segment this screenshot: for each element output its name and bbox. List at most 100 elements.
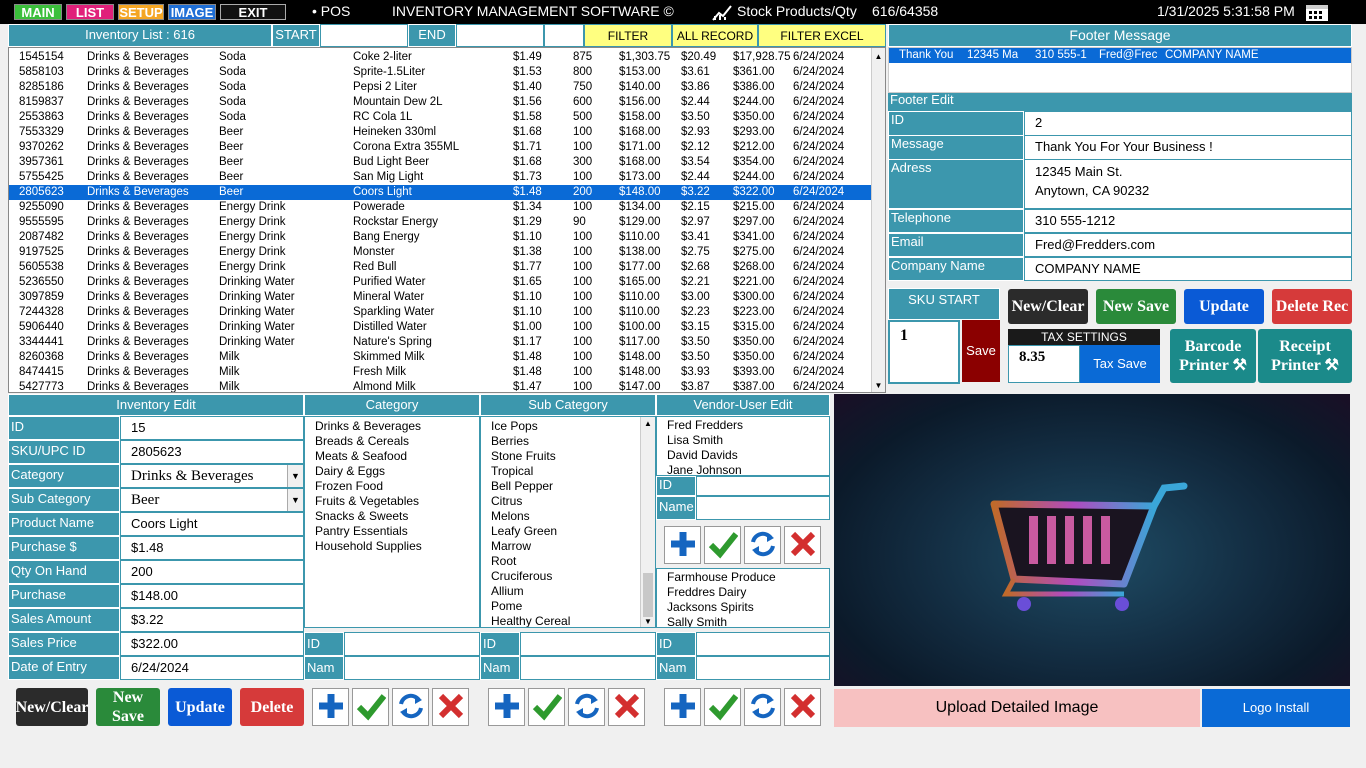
confirm-button[interactable] bbox=[352, 688, 389, 726]
subcategory-item[interactable]: Ice Pops bbox=[481, 419, 655, 434]
table-row[interactable]: 8285186 Drinks & Beverages Soda Pepsi 2 Lit… bbox=[9, 80, 871, 95]
add-button[interactable] bbox=[488, 688, 525, 726]
footer-new-save-button[interactable]: New Save bbox=[1096, 289, 1176, 324]
end-input[interactable] bbox=[456, 24, 544, 47]
user-id-field[interactable] bbox=[696, 476, 830, 496]
list-scrollbar[interactable]: ▲ ▼ bbox=[871, 48, 885, 392]
subcategory-item[interactable]: Leafy Green bbox=[481, 524, 655, 539]
add-button[interactable] bbox=[312, 688, 349, 726]
table-row[interactable]: 7553329 Drinks & Beverages Beer Heineken 33… bbox=[9, 125, 871, 140]
footer-id-field[interactable]: 2 bbox=[1024, 111, 1352, 136]
table-row[interactable]: 8474415 Drinks & Beverages Milk Fresh Milk $… bbox=[9, 365, 871, 380]
delete-button[interactable] bbox=[432, 688, 469, 726]
category-item[interactable]: Pantry Essentials bbox=[305, 524, 479, 539]
subcategory-item[interactable]: Berries bbox=[481, 434, 655, 449]
pos-link[interactable]: • POS bbox=[312, 3, 350, 19]
subcategory-item[interactable]: Allium bbox=[481, 584, 655, 599]
filter-button[interactable]: FILTER bbox=[584, 24, 672, 47]
scroll-down-icon[interactable]: ▼ bbox=[872, 381, 885, 390]
table-row[interactable]: 5605538 Drinks & Beverages Energy Drink Red… bbox=[9, 260, 871, 275]
user-item[interactable]: Lisa Smith bbox=[657, 433, 829, 448]
footer-new-clear-button[interactable]: New/Clear bbox=[1008, 289, 1088, 324]
category-item[interactable]: Fruits & Vegetables bbox=[305, 494, 479, 509]
list-nav-button[interactable]: LIST bbox=[66, 4, 114, 20]
category-item[interactable]: Breads & Cereals bbox=[305, 434, 479, 449]
subcategory-select[interactable]: Beer ▼ bbox=[120, 488, 304, 512]
refresh-button[interactable] bbox=[392, 688, 429, 726]
setup-nav-button[interactable]: SETUP bbox=[118, 4, 164, 20]
vendor-id-field[interactable] bbox=[696, 632, 830, 656]
sku-field[interactable]: 2805623 bbox=[120, 440, 304, 464]
user-item[interactable]: Fred Fredders bbox=[657, 418, 829, 433]
user-list[interactable]: Fred Fredders Lisa Smith David Davids Jane … bbox=[656, 416, 830, 476]
vendor-item[interactable]: Freddres Dairy bbox=[657, 585, 829, 600]
subcategory-item[interactable]: Stone Fruits bbox=[481, 449, 655, 464]
subcategory-scrollbar[interactable]: ▲ ▼ bbox=[640, 417, 655, 627]
inventory-list[interactable]: 1545154 Drinks & Beverages Soda Coke 2-lite… bbox=[8, 47, 886, 393]
scroll-up-icon[interactable]: ▲ bbox=[872, 52, 885, 61]
footer-email-field[interactable]: Fred@Fredders.com bbox=[1024, 233, 1352, 257]
calendar-icon[interactable] bbox=[1305, 2, 1329, 22]
table-row[interactable]: 9370262 Drinks & Beverages Beer Corona Extr… bbox=[9, 140, 871, 155]
table-row[interactable]: 1545154 Drinks & Beverages Soda Coke 2-lite… bbox=[9, 50, 871, 65]
vendor-item[interactable]: Sally Smith bbox=[657, 615, 829, 627]
chevron-down-icon[interactable]: ▼ bbox=[287, 465, 303, 487]
subcategory-name-field[interactable] bbox=[520, 656, 656, 680]
filter-input[interactable] bbox=[544, 24, 584, 47]
barcode-printer-button[interactable]: Barcode Printer ⚒ bbox=[1170, 329, 1256, 383]
add-button[interactable] bbox=[664, 688, 701, 726]
vendor-item[interactable]: Farmhouse Produce bbox=[657, 570, 829, 585]
subcategory-item[interactable]: Bell Pepper bbox=[481, 479, 655, 494]
table-row[interactable]: 9197525 Drinks & Beverages Energy Drink Mon… bbox=[9, 245, 871, 260]
subcategory-item[interactable]: Melons bbox=[481, 509, 655, 524]
qty-on-hand-field[interactable]: 200 bbox=[120, 560, 304, 584]
footer-delete-button[interactable]: Delete Rec bbox=[1272, 289, 1352, 324]
subcategory-list[interactable]: Ice Pops Berries Stone Fruits Tropical Bell … bbox=[480, 416, 656, 628]
add-button[interactable] bbox=[664, 526, 701, 564]
subcategory-item[interactable]: Root bbox=[481, 554, 655, 569]
category-id-field[interactable] bbox=[344, 632, 480, 656]
main-nav-button[interactable]: MAIN bbox=[14, 4, 62, 20]
confirm-button[interactable] bbox=[704, 526, 741, 564]
filter-excel-export-button[interactable]: FILTER EXCEL EXPORT bbox=[758, 24, 886, 66]
table-row[interactable]: 8159837 Drinks & Beverages Soda Mountain De… bbox=[9, 95, 871, 110]
image-nav-button[interactable]: IMAGE bbox=[168, 4, 216, 20]
all-record-button[interactable]: ALL RECORD bbox=[672, 24, 758, 47]
purchase-price-field[interactable]: $1.48 bbox=[120, 536, 304, 560]
refresh-button[interactable] bbox=[744, 688, 781, 726]
table-row[interactable]: 2553863 Drinks & Beverages Soda RC Cola 1L $… bbox=[9, 110, 871, 125]
category-item[interactable]: Drinks & Beverages bbox=[305, 419, 479, 434]
table-row[interactable]: 3344441 Drinks & Beverages Drinking Water N… bbox=[9, 335, 871, 350]
footer-address-field[interactable]: 12345 Main St. Anytown, CA 90232 bbox=[1024, 159, 1352, 209]
subcategory-item[interactable]: Pome bbox=[481, 599, 655, 614]
footer-telephone-field[interactable]: 310 555-1212 bbox=[1024, 209, 1352, 233]
table-row[interactable]: 5236550 Drinks & Beverages Drinking Water P… bbox=[9, 275, 871, 290]
table-row[interactable]: 2087482 Drinks & Beverages Energy Drink Ban… bbox=[9, 230, 871, 245]
subcategory-item[interactable]: Cruciferous bbox=[481, 569, 655, 584]
footer-message-row[interactable]: Thank You 12345 Ma 310 555-1 Fred@Frec C… bbox=[889, 48, 1351, 63]
table-row[interactable]: 5427773 Drinks & Beverages Milk Almond Milk… bbox=[9, 380, 871, 392]
refresh-button[interactable] bbox=[744, 526, 781, 564]
category-item[interactable]: Meats & Seafood bbox=[305, 449, 479, 464]
footer-message-field[interactable]: Thank You For Your Business ! bbox=[1024, 135, 1352, 160]
footer-update-button[interactable]: Update bbox=[1184, 289, 1264, 324]
footer-message-list[interactable]: Thank You 12345 Ma 310 555-1 Fred@Frec C… bbox=[888, 47, 1352, 93]
sku-save-button[interactable]: Save bbox=[962, 320, 1000, 382]
footer-company-field[interactable]: COMPANY NAME bbox=[1024, 257, 1352, 281]
table-row[interactable]: 5755425 Drinks & Beverages Beer San Mig Lig… bbox=[9, 170, 871, 185]
id-field[interactable]: 15 bbox=[120, 416, 304, 440]
exit-button[interactable]: EXIT bbox=[220, 4, 286, 20]
category-list[interactable]: Drinks & Beverages Breads & Cereals Meats … bbox=[304, 416, 480, 628]
vendor-list[interactable]: Farmhouse Produce Freddres Dairy Jacksons … bbox=[656, 568, 830, 628]
confirm-button[interactable] bbox=[704, 688, 741, 726]
inventory-delete-button[interactable]: Delete bbox=[240, 688, 304, 726]
product-name-field[interactable]: Coors Light bbox=[120, 512, 304, 536]
table-row[interactable]: 3957361 Drinks & Beverages Beer Bud Light B… bbox=[9, 155, 871, 170]
user-name-field[interactable] bbox=[696, 496, 830, 520]
purchase-total-field[interactable]: $148.00 bbox=[120, 584, 304, 608]
tax-save-button[interactable]: Tax Save bbox=[1080, 345, 1160, 383]
category-item[interactable]: Dairy & Eggs bbox=[305, 464, 479, 479]
subcategory-item[interactable]: Tropical bbox=[481, 464, 655, 479]
subcategory-id-field[interactable] bbox=[520, 632, 656, 656]
receipt-printer-button[interactable]: Receipt Printer ⚒ bbox=[1258, 329, 1352, 383]
